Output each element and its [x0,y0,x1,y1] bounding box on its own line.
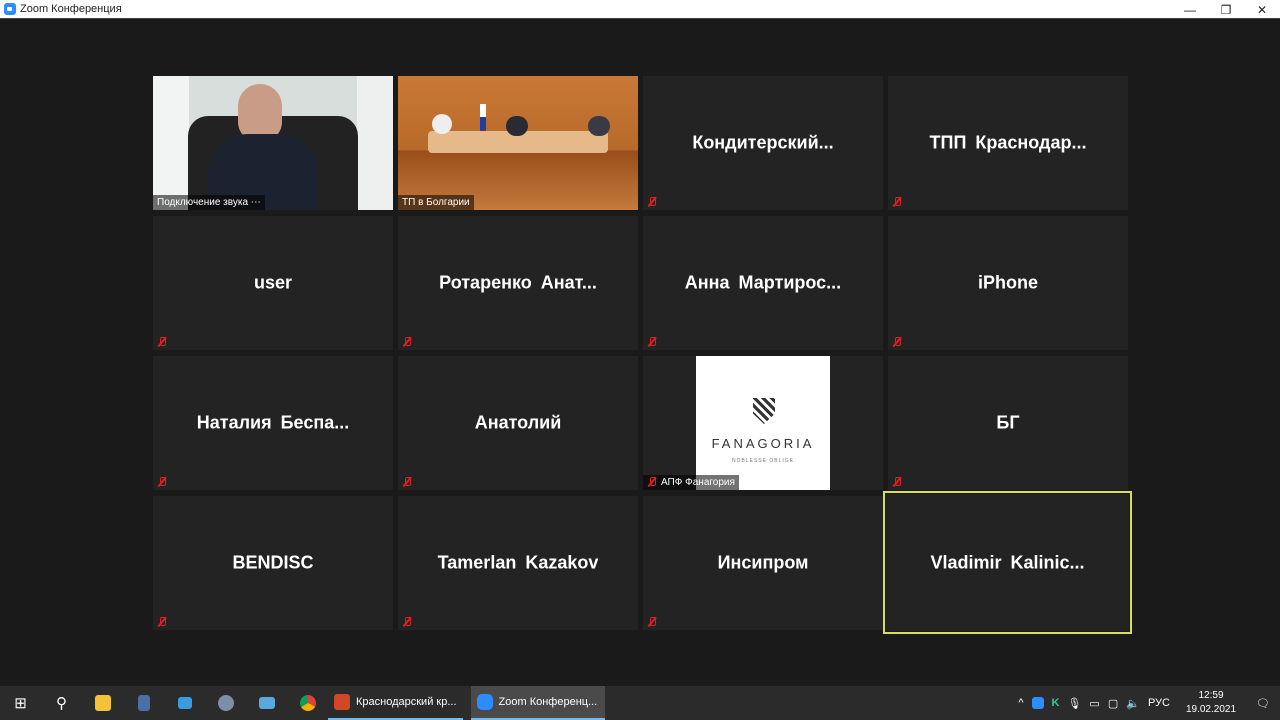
mic-muted-icon [402,617,412,627]
network-icon[interactable] [164,686,205,720]
participant-name: Анна Мартирос... [684,272,842,293]
notifications-icon[interactable]: 🗨 [1256,697,1270,710]
participant-tile[interactable]: BENDISC [153,496,393,630]
camera-icon[interactable] [205,686,246,720]
mic-muted-icon [892,337,902,347]
zoom-tray-icon[interactable] [1031,697,1044,709]
battery-icon[interactable]: ▭ [1089,697,1099,710]
participant-tile[interactable]: Наталия Беспа... [153,356,393,490]
close-button[interactable]: ✕ [1244,0,1280,19]
participant-tile[interactable]: Инсипром [643,496,883,630]
video-tile[interactable]: Подключение звука ⋯ [153,76,393,210]
participant-name: Ротаренко Анат... [439,272,597,293]
date: 19.02.2021 [1185,704,1237,715]
window-title: Zoom Конференция [20,3,122,15]
file-explorer-icon[interactable] [82,686,123,720]
participant-name: BENDISC [232,552,314,573]
participant-tile[interactable]: user [153,216,393,350]
taskbar-zoom[interactable]: Zoom Конференц... [470,686,605,720]
logo-subtext: NOBLESSE OBLIGE [732,458,794,464]
mic-muted-icon [892,477,902,487]
chevron-up-icon[interactable]: ^ [1018,697,1023,709]
participant-tile[interactable]: ТПП Краснодар... [888,76,1128,210]
mic-muted-icon [157,477,167,487]
participant-name: Tamerlan Kazakov [437,552,599,573]
participant-tile[interactable]: БГ [888,356,1128,490]
volume-icon[interactable]: 🔈 [1126,697,1140,710]
mic-muted-icon [157,337,167,347]
calculator-icon[interactable] [123,686,164,720]
mic-muted-icon [647,477,657,487]
logo-text: FANAGORIA [711,436,815,451]
zoom-icon [476,694,493,710]
taskbar-powerpoint[interactable]: Краснодарский кр... [328,686,463,720]
taskbar: ⊞ ⚲ Краснодарский кр... Zoom Конференц..… [0,686,1280,720]
microphone-icon[interactable]: 🎙 [1067,697,1081,710]
powerpoint-icon [334,694,350,710]
profile-picture: FANAGORIA NOBLESSE OBLIGE [696,356,830,490]
participant-tile[interactable]: FANAGORIA NOBLESSE OBLIGE АПФ Фанагория [643,356,883,490]
mic-muted-icon [402,477,412,487]
participant-name: Кондитерский... [692,132,834,153]
minimize-button[interactable]: — [1172,0,1208,19]
participant-name: user [253,272,293,293]
person [432,114,452,134]
participant-name: ТПП Краснодар... [929,132,1087,153]
search-icon[interactable]: ⚲ [41,686,82,720]
mic-muted-icon [647,617,657,627]
windows-start-icon[interactable]: ⊞ [0,686,41,720]
participant-tile[interactable]: Анатолий [398,356,638,490]
participant-tile[interactable]: Ротаренко Анат... [398,216,638,350]
app-label: Краснодарский кр... [356,696,457,708]
participant-name: Наталия Беспа... [196,412,350,433]
participant-name: iPhone [977,272,1038,293]
person [588,116,610,136]
video-tile[interactable]: ТП в Болгарии [398,76,638,210]
clock[interactable]: 12:59 19.02.2021 [1186,689,1236,717]
participant-label: ТП в Болгарии [398,195,474,210]
mic-muted-icon [402,337,412,347]
chrome-icon[interactable] [287,686,328,720]
participant-tile[interactable]: Tamerlan Kazakov [398,496,638,630]
app-label: Zoom Конференц... [498,696,598,708]
app-icon[interactable] [246,686,287,720]
participant-tile[interactable]: Кондитерский... [643,76,883,210]
gallery-view: Подключение звука ⋯ ТП в Болгарии Кондит… [0,20,1280,686]
system-tray: ^ K 🎙 ▭ ▢ 🔈 РУС 12:59 19.02.2021 🗨 [1018,686,1280,720]
participant-name: Анатолий [474,412,562,433]
participant-name: БГ [996,412,1020,433]
time: 12:59 [1198,690,1224,701]
participant-name: Инсипром [717,552,809,573]
maximize-button[interactable]: ❐ [1208,0,1244,19]
mic-muted-icon [647,337,657,347]
title-bar: Zoom Конференция — ❐ ✕ [0,0,1280,19]
participant-video [208,84,318,210]
participant-label: АПФ Фанагория [643,475,739,490]
participant-tile[interactable]: iPhone [888,216,1128,350]
participant-label: Подключение звука ⋯ [153,195,265,210]
mic-muted-icon [647,197,657,207]
language-indicator[interactable]: РУС [1148,697,1170,709]
mic-muted-icon [892,197,902,207]
kaspersky-icon[interactable]: K [1052,697,1060,709]
fanagoria-logo-icon [753,398,775,424]
mic-muted-icon [157,617,167,627]
participant-tile[interactable]: Анна Мартирос... [643,216,883,350]
network-tray-icon[interactable]: ▢ [1108,697,1118,710]
active-speaker-tile[interactable]: Vladimir Kalinic... [883,491,1132,634]
participant-name: Vladimir Kalinic... [930,552,1085,572]
zoom-logo-icon [4,3,16,15]
person [506,116,528,136]
